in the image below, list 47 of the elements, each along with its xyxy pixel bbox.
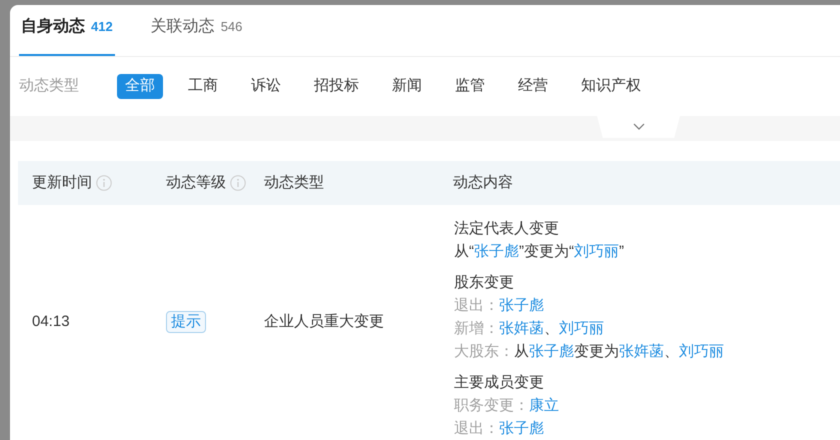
- change-title: 法定代表人变更: [454, 219, 559, 239]
- filter-label: 动态类型: [19, 76, 80, 96]
- person-link[interactable]: 张子彪: [529, 343, 574, 360]
- filter-option[interactable]: 工商: [180, 74, 226, 99]
- tab[interactable]: 自身动态 412: [19, 15, 115, 56]
- change-text: ”变更为“: [519, 243, 574, 260]
- change-text: 变更为: [574, 343, 619, 360]
- person-link[interactable]: 张姩菡: [499, 320, 544, 337]
- column-header: 动态等级: [166, 172, 246, 194]
- change-title: 股东变更: [454, 273, 514, 293]
- person-link[interactable]: 刘巧丽: [574, 243, 619, 260]
- change-text: 从: [514, 343, 529, 360]
- column-header: 更新时间: [32, 172, 112, 194]
- chevron-down-icon: [632, 123, 644, 130]
- field-label: 退出：: [454, 296, 499, 316]
- person-link[interactable]: 刘巧丽: [679, 343, 724, 360]
- level-tag: 提示: [166, 311, 206, 334]
- change-text: 、: [544, 320, 559, 337]
- person-link[interactable]: 张子彪: [474, 243, 519, 260]
- info-icon[interactable]: [96, 175, 112, 191]
- person-link[interactable]: 张子彪: [499, 420, 544, 437]
- change-text: 、: [664, 343, 679, 360]
- change-text: 从“: [454, 243, 474, 260]
- filter-option[interactable]: 新闻: [384, 74, 430, 99]
- tab[interactable]: 关联动态 546: [148, 15, 244, 56]
- filter-option[interactable]: 知识产权: [573, 74, 649, 99]
- filter-option[interactable]: 经营: [510, 74, 556, 99]
- field-label: 职务变更：: [454, 396, 529, 416]
- field-label: 退出：: [454, 419, 499, 439]
- field-label: 大股东：: [454, 342, 514, 362]
- person-link[interactable]: 张子彪: [499, 297, 544, 314]
- column-header: 动态内容: [453, 172, 513, 193]
- table-cell: 04:13: [32, 313, 70, 330]
- person-link[interactable]: 张姩菡: [619, 343, 664, 360]
- change-text: ”: [619, 243, 624, 260]
- field-label: 新增：: [454, 319, 499, 339]
- person-link[interactable]: 刘巧丽: [559, 320, 604, 337]
- filter-option[interactable]: 监管: [447, 74, 493, 99]
- person-link[interactable]: 康立: [529, 397, 559, 414]
- filter-option[interactable]: 全部: [117, 74, 163, 99]
- table-cell: 企业人员重大变更: [264, 313, 384, 330]
- expand-button[interactable]: [597, 116, 680, 138]
- change-title: 主要成员变更: [454, 373, 544, 393]
- filter-option[interactable]: 招投标: [306, 74, 367, 99]
- column-header: 动态类型: [264, 172, 324, 193]
- info-icon[interactable]: [230, 175, 246, 191]
- filter-option[interactable]: 诉讼: [243, 74, 289, 99]
